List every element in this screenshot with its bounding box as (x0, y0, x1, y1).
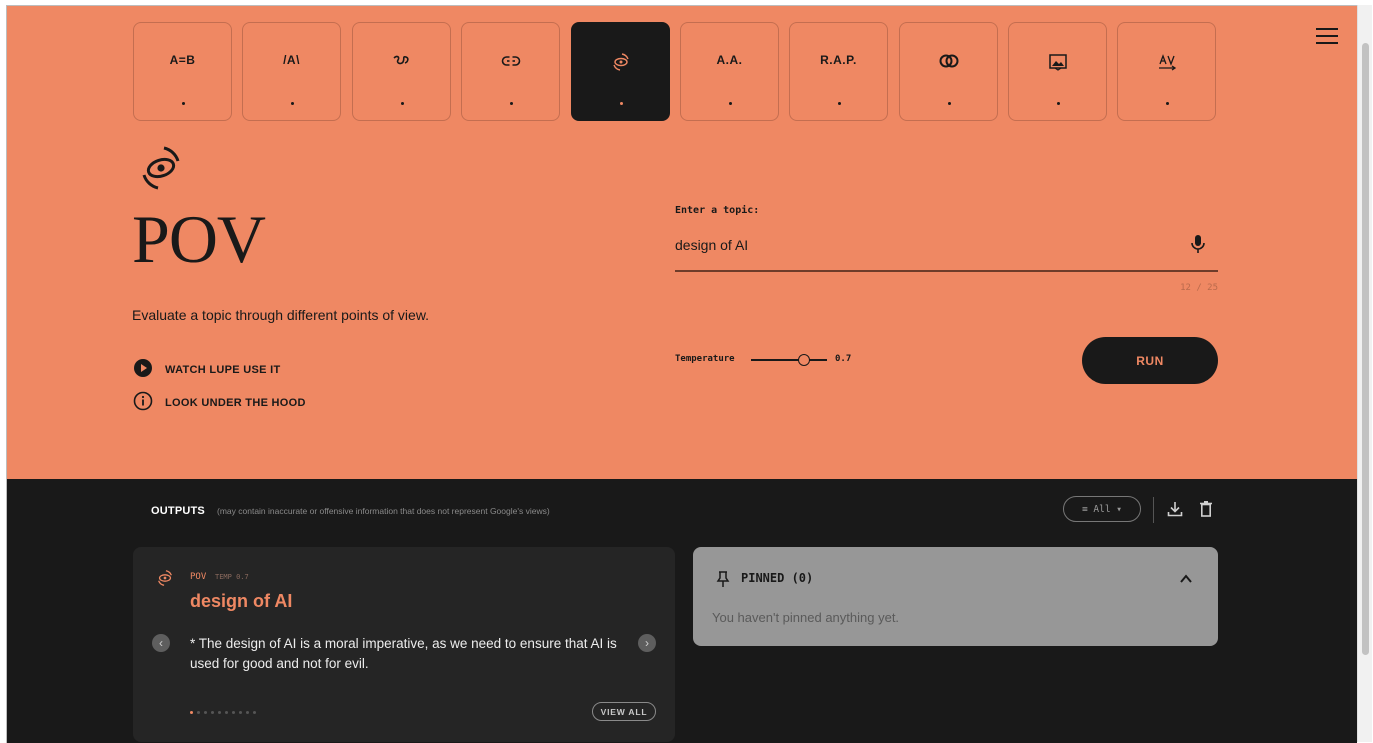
tile-dot (1166, 102, 1169, 105)
download-icon[interactable] (1166, 500, 1184, 523)
watch-lupe-link[interactable]: WATCH LUPE USE IT (133, 358, 281, 383)
pinned-title: PINNED (0) (741, 571, 814, 585)
tool-tile-unscramble[interactable] (1117, 22, 1216, 121)
pinned-panel (693, 547, 1218, 646)
tool-tile-equivalence[interactable]: A=B (133, 22, 232, 121)
chevron-left-icon: ‹ (159, 636, 163, 650)
pager-dot[interactable] (204, 711, 207, 714)
tool-tile-acronym[interactable]: A.A. (680, 22, 779, 121)
topic-input[interactable] (675, 232, 1195, 258)
view-all-button[interactable]: VIEW ALL (592, 702, 656, 721)
look-under-hood-link[interactable]: LOOK UNDER THE HOOD (133, 391, 306, 416)
eye-rotate-icon (155, 569, 175, 592)
hamburger-menu-icon[interactable] (1314, 26, 1340, 46)
look-under-hood-label: LOOK UNDER THE HOOD (165, 397, 306, 409)
tile-dot (401, 102, 404, 105)
tile-dot (182, 102, 185, 105)
eye-rotate-icon (136, 145, 186, 196)
acronym-icon: A.A. (716, 53, 743, 67)
watch-lupe-label: WATCH LUPE USE IT (165, 364, 281, 376)
pager-dot[interactable] (225, 711, 228, 714)
scribble-icon (353, 53, 450, 72)
info-circle-icon (133, 391, 153, 416)
trash-icon[interactable] (1198, 500, 1214, 523)
tool-tile-overlap[interactable] (899, 22, 998, 121)
temperature-slider[interactable] (751, 353, 827, 367)
tile-dot (510, 102, 513, 105)
pinned-empty-text: You haven't pinned anything yet. (712, 610, 900, 625)
card-temp-tag: TEMP 0.7 (215, 573, 249, 581)
slider-thumb[interactable] (798, 354, 811, 366)
pin-icon (716, 570, 730, 593)
run-button[interactable]: RUN (1082, 337, 1218, 384)
topic-underline (675, 270, 1218, 272)
next-result-button[interactable]: › (638, 634, 656, 652)
temperature-label: Temperature (675, 354, 735, 364)
pager-dot[interactable] (218, 711, 221, 714)
card-title: design of AI (190, 591, 293, 611)
outputs-disclaimer: (may contain inaccurate or offensive inf… (217, 506, 550, 516)
prev-result-button[interactable]: ‹ (152, 634, 170, 652)
tool-tile-pov[interactable] (571, 22, 670, 121)
image-icon (1009, 53, 1106, 74)
card-tool-tag: POV (190, 572, 207, 582)
tool-tile-image[interactable] (1008, 22, 1107, 121)
outputs-title: OUTPUTS (151, 505, 205, 517)
pager-dot[interactable] (211, 711, 214, 714)
link-icon (462, 53, 559, 72)
tool-tile-scribble[interactable] (352, 22, 451, 121)
pager-dot[interactable] (239, 711, 242, 714)
toolbar-divider (1153, 497, 1154, 523)
character-counter: 12 / 25 (1180, 283, 1218, 293)
pager-dot[interactable] (232, 711, 235, 714)
equivalence-icon: A=B (169, 53, 196, 67)
tool-description: Evaluate a topic through different point… (132, 307, 430, 323)
overlap-circles-icon (900, 53, 997, 72)
temperature-value: 0.7 (835, 354, 852, 364)
chevron-right-icon: › (645, 636, 649, 650)
acronym-rap-icon: R.A.P. (820, 53, 857, 67)
filter-dropdown[interactable]: ≡ All ▾ (1063, 496, 1141, 522)
tool-tile-rap[interactable]: R.A.P. (789, 22, 888, 121)
expand-icon: /A\ (283, 53, 300, 67)
pager-dot[interactable] (190, 711, 193, 714)
card-result-text: * The design of AI is a moral imperative… (190, 636, 617, 671)
unscramble-icon (1118, 53, 1215, 74)
page-scrollbar[interactable] (1357, 5, 1372, 742)
pager-dot[interactable] (197, 711, 200, 714)
topic-label: Enter a topic: (675, 205, 760, 216)
microphone-icon[interactable] (1190, 234, 1206, 259)
page-title: POV (132, 201, 266, 277)
tile-dot (291, 102, 294, 105)
result-pager (190, 711, 256, 714)
scrollbar-thumb[interactable] (1362, 43, 1369, 655)
tile-dot (729, 102, 732, 105)
slider-track (751, 359, 827, 361)
pager-dot[interactable] (246, 711, 249, 714)
tool-tile-expand[interactable]: /A\ (242, 22, 341, 121)
chevron-up-icon[interactable] (1179, 572, 1193, 591)
tile-dot (1057, 102, 1060, 105)
play-circle-icon (133, 358, 153, 383)
tile-dot (948, 102, 951, 105)
tool-tile-link[interactable] (461, 22, 560, 121)
pager-dot[interactable] (253, 711, 256, 714)
tile-dot (620, 102, 623, 105)
eye-rotate-icon (572, 53, 669, 74)
tile-dot (838, 102, 841, 105)
